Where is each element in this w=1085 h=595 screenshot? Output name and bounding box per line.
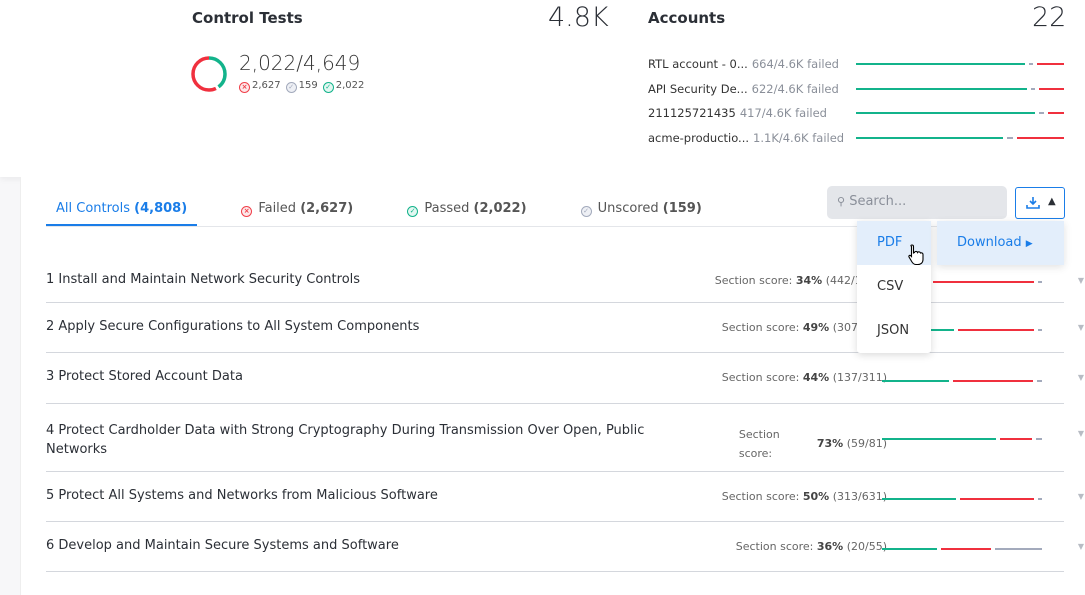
account-bar xyxy=(856,87,1064,90)
download-submenu[interactable]: Download ▶ xyxy=(937,221,1064,265)
failed-segment xyxy=(1037,63,1064,65)
section-row[interactable]: 4 Protect Cardholder Data with Strong Cr… xyxy=(46,405,1084,472)
passed-icon: ✓ xyxy=(407,206,419,217)
account-name: API Security De... xyxy=(648,81,748,96)
expand-caret-icon[interactable]: ▼ xyxy=(1078,429,1084,438)
account-bar xyxy=(856,136,1065,139)
passed-segment xyxy=(856,136,1003,139)
unscored-count: 159 xyxy=(298,80,318,91)
unscored-segment xyxy=(1031,87,1036,90)
tab-all-controls[interactable]: All Controls (4,808) xyxy=(46,201,198,227)
section-score: Section score: 36% (20/55) xyxy=(735,540,887,553)
control-tests-title: Control Tests xyxy=(192,9,303,27)
section-score: Section score: 44% (137/311) xyxy=(721,371,887,384)
failed-segment xyxy=(940,548,991,550)
passed-segment xyxy=(856,63,1026,65)
section-bar xyxy=(882,498,1043,500)
section-score: Section score: 50% (313/631) xyxy=(721,490,887,503)
expand-caret-icon[interactable]: ▼ xyxy=(1078,276,1084,285)
tab-passed[interactable]: ✓ Passed (2,022) xyxy=(397,201,536,227)
failed-segment xyxy=(932,280,1035,283)
unscored-segment xyxy=(1006,136,1014,139)
failed-segment xyxy=(953,379,1034,382)
account-name: acme-productio... xyxy=(648,130,750,145)
passed-segment xyxy=(882,548,937,550)
passed-segment xyxy=(856,87,1028,90)
section-title: 2 Apply Secure Configurations to All Sys… xyxy=(46,319,420,334)
unscored-segment xyxy=(1035,437,1042,440)
failed-count: 2,627 xyxy=(252,80,281,91)
account-stat: 622/4.6K failed xyxy=(751,81,839,96)
passed-segment xyxy=(882,437,996,440)
section-title: 1 Install and Maintain Network Security … xyxy=(46,272,361,287)
failed-segment xyxy=(1017,136,1065,139)
hand-cursor-icon xyxy=(908,244,924,266)
unscored-icon: ✓ xyxy=(580,206,592,217)
control-tests-total: 4.8K xyxy=(548,2,609,33)
expand-caret-icon[interactable]: ▼ xyxy=(1078,323,1084,332)
unscored-segment xyxy=(1038,498,1043,500)
tab-unscored[interactable]: ✓ Unscored (159) xyxy=(571,201,712,227)
accounts-title: Accounts xyxy=(648,9,726,27)
section-row[interactable]: 5 Protect All Systems and Networks from … xyxy=(46,472,1084,522)
summary-panel: Control Tests 4.8K 2,022/4,649 × 2,627 ✓ 1… xyxy=(0,0,1085,177)
unscored-segment xyxy=(994,548,1042,550)
section-bar xyxy=(882,437,1042,440)
unscored-icon: ✓ xyxy=(285,82,297,93)
failed-segment xyxy=(1039,87,1064,90)
menu-item-json[interactable]: JSON xyxy=(857,309,931,353)
menu-item-csv[interactable]: CSV xyxy=(857,265,931,309)
section-title: 3 Protect Stored Account Data xyxy=(46,369,243,384)
section-row[interactable]: 3 Protect Stored Account Data Section sc… xyxy=(46,353,1084,404)
failed-icon: × xyxy=(241,206,253,217)
caret-right-icon: ▶ xyxy=(1025,239,1033,249)
tab-failed[interactable]: × Failed (2,627) xyxy=(231,201,363,227)
tab-bar: All Controls (4,808) × Failed (2,627) ✓ … xyxy=(46,201,746,227)
failed-segment xyxy=(1000,437,1032,440)
caret-up-icon: ▲ xyxy=(1048,196,1056,207)
download-icon xyxy=(1026,197,1040,209)
failed-icon: × xyxy=(239,82,250,93)
section-title: 5 Protect All Systems and Networks from … xyxy=(46,488,438,503)
control-tests-donut xyxy=(191,56,227,92)
failed-segment xyxy=(1047,112,1064,114)
accounts-total: 22 xyxy=(1032,2,1067,33)
section-bar xyxy=(882,548,1042,550)
unscored-segment xyxy=(1037,379,1042,382)
section-bar xyxy=(882,379,1042,382)
passed-segment xyxy=(856,112,1036,114)
account-stat: 664/4.6K failed xyxy=(751,57,839,71)
search-input[interactable]: ⚲ Search... xyxy=(827,186,1007,219)
search-icon: ⚲ xyxy=(837,195,846,208)
account-bar xyxy=(856,63,1064,65)
section-score: Section score:73% (59/81) xyxy=(738,428,887,460)
expand-caret-icon[interactable]: ▼ xyxy=(1078,542,1084,551)
account-bar xyxy=(856,112,1064,114)
account-stat: 417/4.6K failed xyxy=(739,106,827,120)
unscored-segment xyxy=(1038,280,1042,283)
expand-caret-icon[interactable]: ▼ xyxy=(1078,373,1084,382)
passed-ratio: 2,022/4,649 xyxy=(239,51,361,75)
failed-segment xyxy=(960,498,1035,500)
section-row[interactable]: 6 Develop and Maintain Secure Systems an… xyxy=(46,522,1084,572)
control-tests-legend: × 2,627 ✓ 159 ✓ 2,022 xyxy=(239,80,364,93)
account-stat: 1.1K/4.6K failed xyxy=(753,130,845,145)
passed-segment xyxy=(882,498,957,500)
passed-segment xyxy=(882,379,950,382)
account-name: RTL account - 0... xyxy=(648,57,748,71)
unscored-segment xyxy=(1029,63,1034,65)
failed-segment xyxy=(957,329,1035,331)
unscored-segment xyxy=(1038,329,1042,331)
account-name: 211125721435 xyxy=(648,106,736,120)
section-title: 4 Protect Cardholder Data with Strong Cr… xyxy=(46,423,645,457)
section-title: 6 Develop and Maintain Secure Systems an… xyxy=(46,538,399,553)
unscored-segment xyxy=(1039,112,1044,114)
passed-icon: ✓ xyxy=(322,82,334,93)
expand-caret-icon[interactable]: ▼ xyxy=(1078,492,1084,501)
passed-count: 2,022 xyxy=(335,80,365,91)
export-menu: PDF CSV JSON xyxy=(857,221,931,353)
download-button[interactable]: ▲ xyxy=(1015,187,1065,219)
